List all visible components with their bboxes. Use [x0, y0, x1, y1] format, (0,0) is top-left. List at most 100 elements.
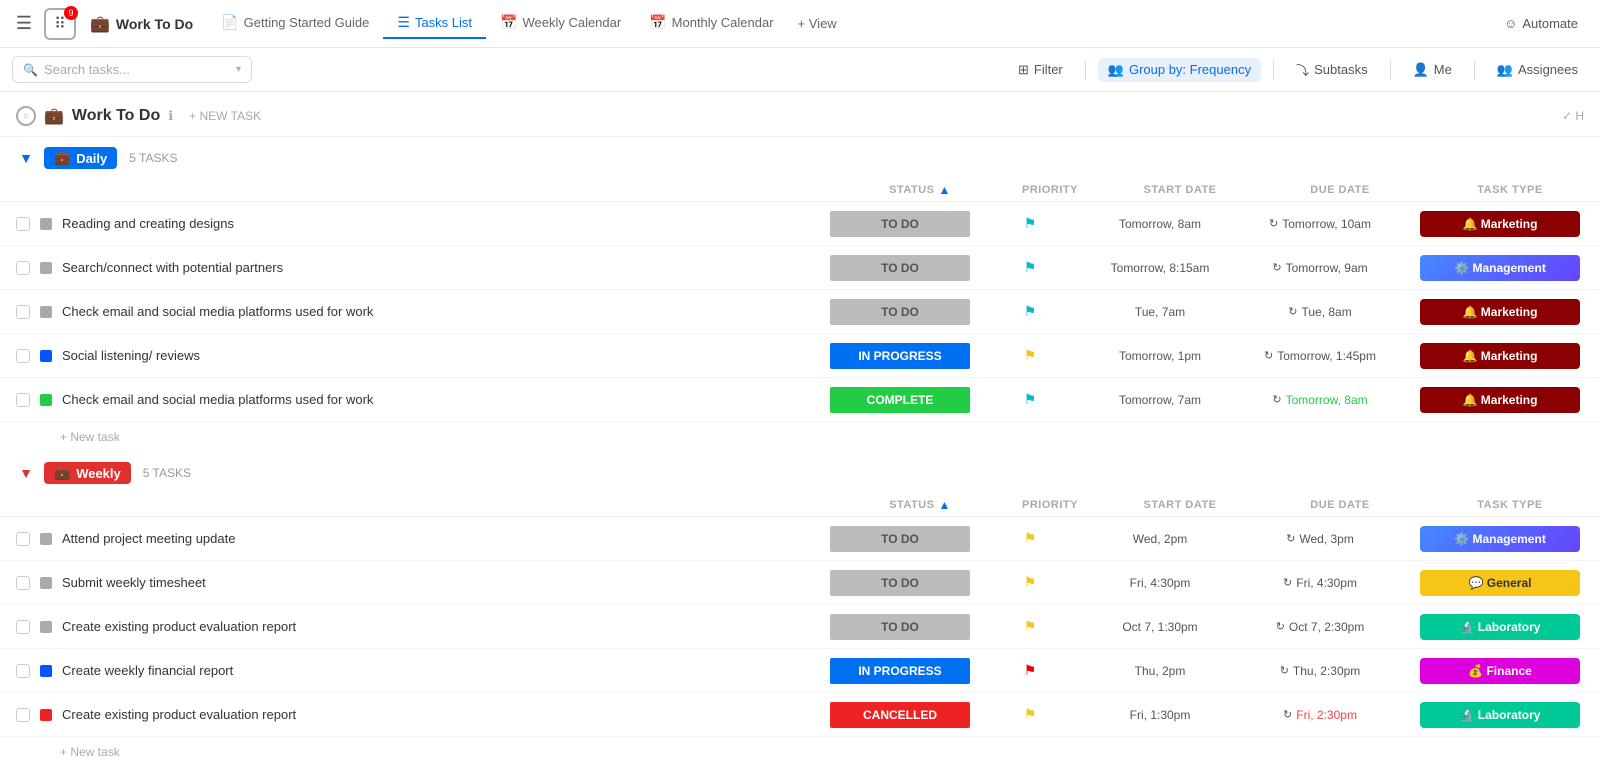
tab-monthly-calendar[interactable]: 📅 Monthly Calendar	[635, 8, 787, 39]
group-tasks-count-weekly: 5 TASKS	[143, 466, 191, 480]
task-status-cell-1-0[interactable]: TO DO	[820, 526, 980, 552]
table-row[interactable]: Check email and social media platforms u…	[0, 378, 1600, 422]
table-row[interactable]: Check email and social media platforms u…	[0, 290, 1600, 334]
task-type-badge-0-3: 🔔 Marketing	[1420, 343, 1580, 369]
task-name-0-2: Check email and social media platforms u…	[62, 304, 373, 319]
task-status-badge-1-1: TO DO	[830, 570, 970, 596]
nav-tabs: 📄 Getting Started Guide ☰ Tasks List 📅 W…	[207, 8, 1486, 39]
me-icon: 👤	[1413, 62, 1429, 78]
due-date-recur-icon-1-0: ↻	[1286, 532, 1295, 545]
tab-weekly-calendar[interactable]: 📅 Weekly Calendar	[486, 8, 635, 39]
automate-icon: ☺	[1504, 16, 1517, 31]
project-header-info-icon[interactable]: ℹ	[168, 108, 173, 124]
subtasks-button[interactable]: ⤵ Subtasks	[1286, 56, 1378, 83]
task-checkbox-1-4[interactable]	[16, 708, 30, 722]
task-priority-cell-0-3[interactable]: ⚑	[980, 347, 1080, 364]
group-badge-daily[interactable]: 💼 Daily	[44, 147, 117, 169]
table-row[interactable]: Create existing product evaluation repor…	[0, 605, 1600, 649]
search-box[interactable]: 🔍 Search tasks... ▾	[12, 56, 252, 83]
task-type-cell-1-2[interactable]: 🔬 Laboratory	[1400, 614, 1600, 640]
task-status-cell-0-3[interactable]: IN PROGRESS	[820, 343, 980, 369]
task-type-cell-0-1[interactable]: ⚙️ Management	[1400, 255, 1600, 281]
project-name-button[interactable]: 💼 Work To Do	[80, 10, 203, 38]
project-collapse-button[interactable]: ○	[16, 106, 36, 126]
task-priority-cell-1-1[interactable]: ⚑	[980, 574, 1080, 591]
table-row[interactable]: Search/connect with potential partners T…	[0, 246, 1600, 290]
col-header-due-date-daily: DUE DATE	[1260, 184, 1420, 196]
task-status-cell-0-1[interactable]: TO DO	[820, 255, 980, 281]
task-start-date-0-1: Tomorrow, 8:15am	[1080, 261, 1240, 275]
task-priority-cell-0-2[interactable]: ⚑	[980, 303, 1080, 320]
task-type-cell-1-4[interactable]: 🔬 Laboratory	[1400, 702, 1600, 728]
group-collapse-weekly[interactable]: ▼	[16, 463, 36, 483]
table-row[interactable]: Submit weekly timesheet TO DO ⚑ Fri, 4:3…	[0, 561, 1600, 605]
task-status-cell-1-3[interactable]: IN PROGRESS	[820, 658, 980, 684]
task-checkbox-0-2[interactable]	[16, 305, 30, 319]
task-checkbox-1-0[interactable]	[16, 532, 30, 546]
hide-icon[interactable]: ✓ H	[1562, 109, 1584, 123]
add-view-button[interactable]: + View	[788, 10, 847, 37]
apps-icon[interactable]: ⠿ 9	[44, 8, 76, 40]
menu-icon[interactable]: ☰	[8, 8, 40, 40]
task-priority-cell-0-1[interactable]: ⚑	[980, 259, 1080, 276]
filter-button[interactable]: ⊞ Filter	[1008, 58, 1073, 82]
table-row[interactable]: Social listening/ reviews IN PROGRESS ⚑ …	[0, 334, 1600, 378]
task-name-0-3: Social listening/ reviews	[62, 348, 200, 363]
table-row[interactable]: Create weekly financial report IN PROGRE…	[0, 649, 1600, 693]
task-checkbox-1-3[interactable]	[16, 664, 30, 678]
task-type-cell-0-3[interactable]: 🔔 Marketing	[1400, 343, 1600, 369]
task-status-badge-1-2: TO DO	[830, 614, 970, 640]
group-header-weekly: ▼ 💼 Weekly 5 TASKS	[0, 452, 1600, 494]
automate-button[interactable]: ☺ Automate	[1490, 10, 1592, 37]
task-type-cell-1-0[interactable]: ⚙️ Management	[1400, 526, 1600, 552]
task-priority-cell-0-4[interactable]: ⚑	[980, 391, 1080, 408]
task-type-badge-1-3: 💰 Finance	[1420, 658, 1580, 684]
task-type-cell-0-4[interactable]: 🔔 Marketing	[1400, 387, 1600, 413]
table-row[interactable]: Attend project meeting update TO DO ⚑ We…	[0, 517, 1600, 561]
priority-flag-1-3: ⚑	[1024, 662, 1037, 679]
group-collapse-daily[interactable]: ▼	[16, 148, 36, 168]
task-type-cell-0-2[interactable]: 🔔 Marketing	[1400, 299, 1600, 325]
tab-getting-started[interactable]: 📄 Getting Started Guide	[207, 8, 383, 39]
task-type-badge-1-4: 🔬 Laboratory	[1420, 702, 1580, 728]
task-checkbox-1-2[interactable]	[16, 620, 30, 634]
priority-flag-1-2: ⚑	[1024, 618, 1037, 635]
task-status-cell-0-2[interactable]: TO DO	[820, 299, 980, 325]
task-checkbox-0-0[interactable]	[16, 217, 30, 231]
group-label-daily: Daily	[76, 151, 107, 166]
task-type-badge-1-1: 💬 General	[1420, 570, 1580, 596]
task-checkbox-0-3[interactable]	[16, 349, 30, 363]
col-header-status-weekly[interactable]: STATUS ▲	[840, 498, 1000, 512]
task-type-cell-1-1[interactable]: 💬 General	[1400, 570, 1600, 596]
col-header-status-daily[interactable]: STATUS ▲	[840, 183, 1000, 197]
task-status-cell-1-1[interactable]: TO DO	[820, 570, 980, 596]
me-button[interactable]: 👤 Me	[1403, 58, 1462, 82]
task-priority-cell-1-0[interactable]: ⚑	[980, 530, 1080, 547]
task-status-cell-0-4[interactable]: COMPLETE	[820, 387, 980, 413]
task-name-0-4: Check email and social media platforms u…	[62, 392, 373, 407]
table-row[interactable]: Reading and creating designs TO DO ⚑ Tom…	[0, 202, 1600, 246]
new-task-button-weekly[interactable]: + New task	[0, 737, 1600, 767]
task-checkbox-0-4[interactable]	[16, 393, 30, 407]
task-type-cell-1-3[interactable]: 💰 Finance	[1400, 658, 1600, 684]
task-status-cell-1-4[interactable]: CANCELLED	[820, 702, 980, 728]
task-priority-cell-1-2[interactable]: ⚑	[980, 618, 1080, 635]
task-status-cell-1-2[interactable]: TO DO	[820, 614, 980, 640]
group-badge-weekly[interactable]: 💼 Weekly	[44, 462, 131, 484]
task-status-badge-0-3: IN PROGRESS	[830, 343, 970, 369]
new-task-button[interactable]: + NEW TASK	[181, 107, 269, 125]
assignees-button[interactable]: 👥 Assignees	[1487, 58, 1588, 82]
tab-tasks-list[interactable]: ☰ Tasks List	[383, 8, 486, 39]
task-color-dot-1-0	[40, 533, 52, 545]
task-status-cell-0-0[interactable]: TO DO	[820, 211, 980, 237]
new-task-button-daily[interactable]: + New task	[0, 422, 1600, 452]
task-checkbox-0-1[interactable]	[16, 261, 30, 275]
task-priority-cell-0-0[interactable]: ⚑	[980, 215, 1080, 232]
task-type-cell-0-0[interactable]: 🔔 Marketing	[1400, 211, 1600, 237]
task-priority-cell-1-4[interactable]: ⚑	[980, 706, 1080, 723]
task-checkbox-1-1[interactable]	[16, 576, 30, 590]
task-priority-cell-1-3[interactable]: ⚑	[980, 662, 1080, 679]
group-by-button[interactable]: 👥 Group by: Frequency	[1098, 58, 1261, 82]
weekly-calendar-icon: 📅	[500, 14, 517, 31]
table-row[interactable]: Create existing product evaluation repor…	[0, 693, 1600, 737]
